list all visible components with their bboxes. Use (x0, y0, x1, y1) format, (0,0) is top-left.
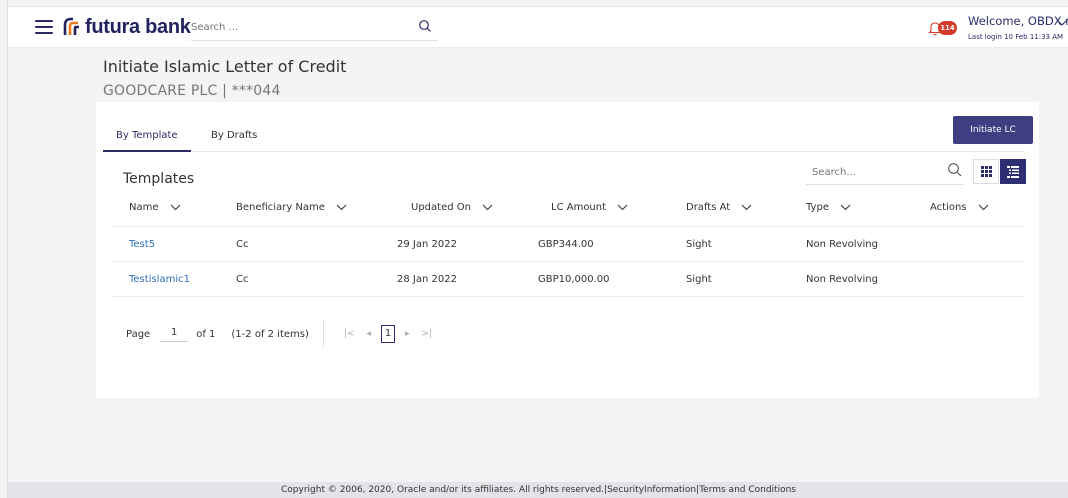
column-header-updated-on[interactable]: Updated On (411, 202, 493, 213)
top-header: futura bank 114 Welcome, OBDX maker Last… (8, 6, 1068, 48)
column-header-name[interactable]: Name (129, 202, 181, 213)
global-search (191, 15, 438, 41)
type-cell: Non Revolving (806, 239, 878, 250)
drafts-at-cell: Sight (686, 239, 712, 250)
footer: Copyright © 2006, 2020, Oracle and/or it… (8, 482, 1068, 498)
page-of-label: of 1 (196, 328, 216, 340)
pagination-divider (322, 321, 324, 347)
chevron-down-icon (978, 204, 989, 210)
templates-search (806, 159, 963, 185)
column-header-lc-amount[interactable]: LC Amount (551, 202, 628, 213)
drafts-at-cell: Sight (686, 274, 712, 285)
first-page-icon[interactable]: |< (344, 329, 355, 339)
global-search-input[interactable] (191, 15, 401, 40)
templates-card: By Template By Drafts Initiate LC Templa… (96, 102, 1039, 398)
last-page-icon[interactable]: >| (422, 329, 433, 339)
list-view-button[interactable] (1000, 159, 1026, 184)
tab-by-template[interactable]: By Template (103, 130, 191, 152)
prev-page-icon[interactable]: ◂ (366, 329, 371, 339)
beneficiary-cell: Cc (236, 239, 249, 250)
type-cell: Non Revolving (806, 274, 878, 285)
grid-view-button[interactable] (973, 159, 999, 184)
hamburger-menu-icon[interactable] (35, 20, 53, 34)
lc-amount-cell: GBP344.00 (538, 239, 594, 250)
template-name-link[interactable]: Test5 (129, 239, 155, 250)
page-number-input[interactable]: 1 (160, 327, 189, 342)
initiate-lc-button[interactable]: Initiate LC (953, 116, 1033, 144)
grid-view-icon (980, 166, 992, 177)
pagination: Page 1 of 1 (1-2 of 2 items) |< ◂ 1 ▸ >| (126, 321, 438, 347)
next-page-icon[interactable]: ▸ (405, 329, 410, 339)
column-header-type[interactable]: Type (806, 202, 851, 213)
copyright-text: Copyright © 2006, 2020, Oracle and/or it… (281, 485, 608, 495)
table-row: Testislamic1 Cc 28 Jan 2022 GBP10,000.00… (112, 262, 1024, 297)
column-header-beneficiary[interactable]: Beneficiary Name (236, 202, 347, 213)
search-icon[interactable] (418, 19, 432, 33)
column-header-drafts-at[interactable]: Drafts At (686, 202, 752, 213)
current-page-button[interactable]: 1 (381, 325, 395, 343)
updated-on-cell: 29 Jan 2022 (397, 239, 457, 250)
brand-name: futura bank (85, 15, 191, 38)
column-header-actions[interactable]: Actions (930, 202, 989, 213)
page-label: Page (126, 328, 151, 340)
beneficiary-cell: Cc (236, 274, 249, 285)
chevron-down-icon (742, 204, 752, 210)
notification-badge[interactable]: 114 (938, 21, 957, 35)
welcome-text[interactable]: Welcome, OBDX maker (968, 14, 1068, 28)
lc-amount-cell: GBP10,000.00 (538, 274, 610, 285)
page-title: Initiate Islamic Letter of Credit (103, 57, 347, 76)
chevron-down-icon (336, 204, 347, 210)
party-subtitle: GOODCARE PLC | ***044 (103, 83, 281, 99)
security-information-link[interactable]: SecurityInformation (607, 485, 696, 495)
template-name-link[interactable]: Testislamic1 (129, 274, 190, 285)
chevron-down-icon (170, 204, 181, 210)
chevron-down-icon[interactable] (1056, 18, 1068, 28)
list-view-icon (1007, 165, 1019, 178)
chevron-down-icon (617, 204, 628, 210)
brand-logo[interactable]: futura bank (62, 16, 191, 38)
chevron-down-icon (482, 204, 493, 210)
table-row: Test5 Cc 29 Jan 2022 GBP344.00 Sight Non… (112, 227, 1024, 262)
app-frame: futura bank 114 Welcome, OBDX maker Last… (7, 0, 1068, 498)
futura-logo-icon (63, 17, 79, 35)
tab-by-drafts[interactable]: By Drafts (211, 130, 257, 152)
templates-search-input[interactable] (812, 161, 932, 183)
templates-heading: Templates (123, 171, 195, 187)
chevron-down-icon (840, 204, 851, 210)
updated-on-cell: 28 Jan 2022 (397, 274, 457, 285)
tab-bar: By Template By Drafts (103, 120, 1024, 152)
terms-and-conditions-link[interactable]: Terms and Conditions (699, 485, 796, 495)
items-count-label: (1-2 of 2 items) (231, 328, 309, 340)
search-icon[interactable] (947, 162, 963, 178)
last-login-text: Last login 10 Feb 11:33 AM (968, 33, 1064, 41)
